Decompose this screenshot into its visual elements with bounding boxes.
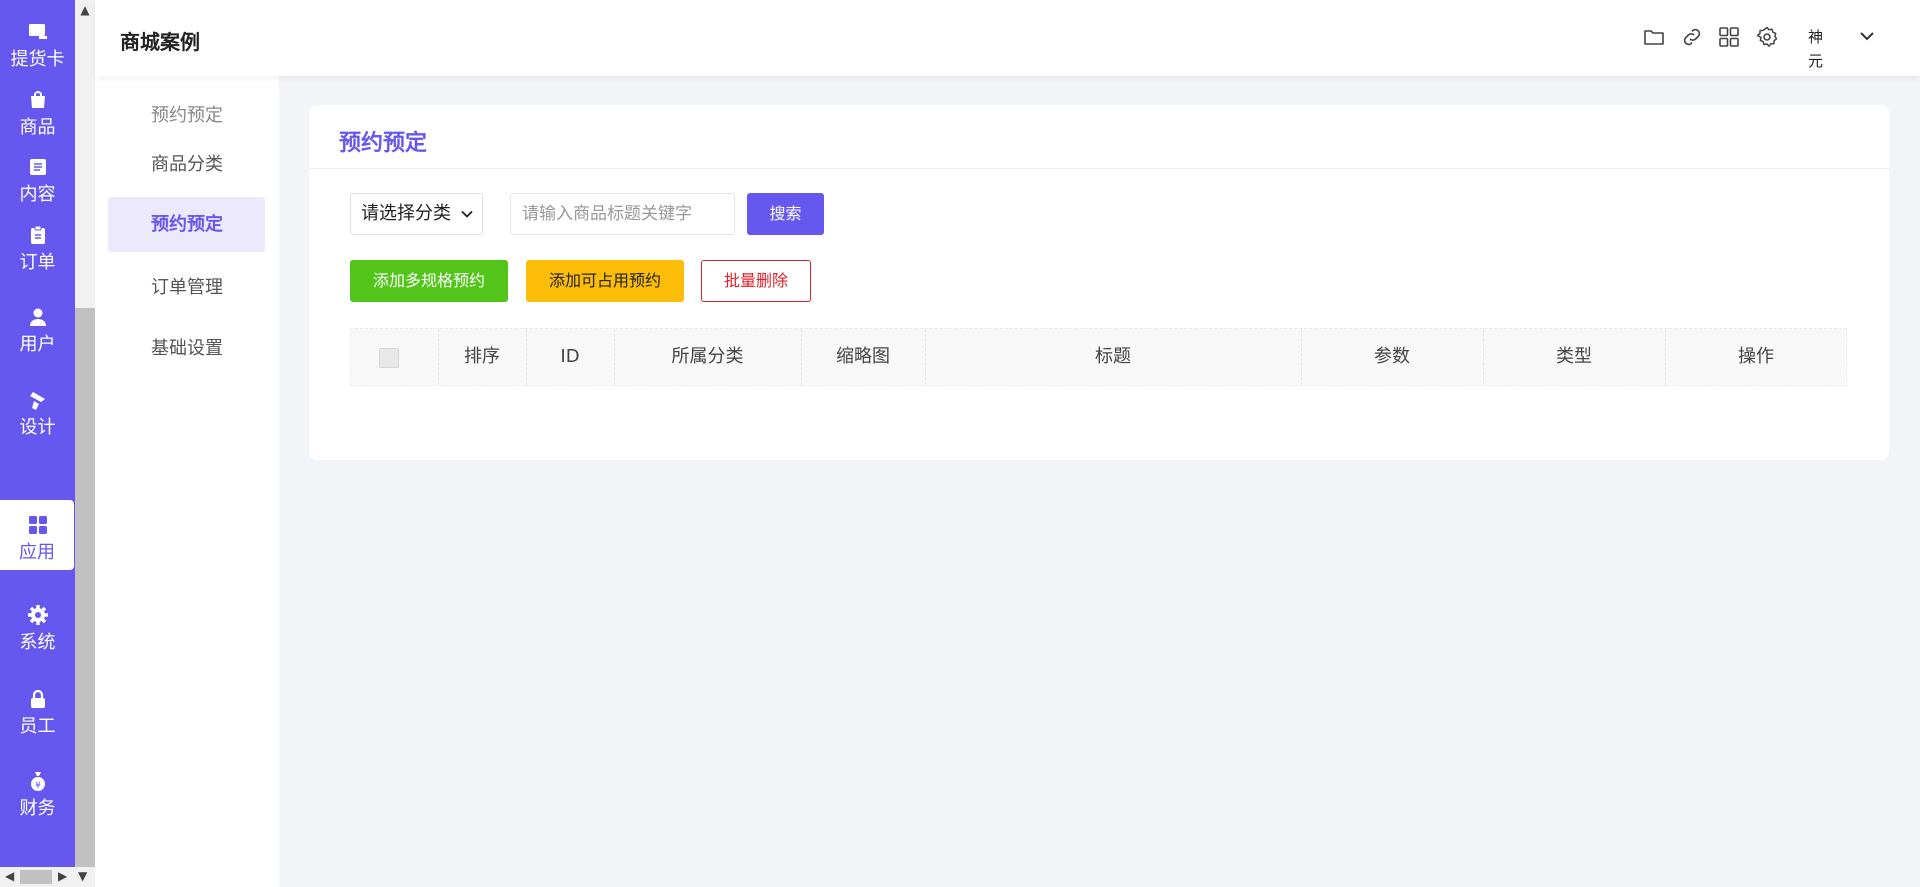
- brush-icon: [30, 392, 45, 410]
- column-header-type: 类型: [1556, 346, 1592, 367]
- sub-nav-item-reservation[interactable]: 预约预定: [108, 197, 265, 252]
- nav-item-label: 设计: [19, 417, 56, 438]
- svg-text:¥: ¥: [35, 781, 41, 791]
- nav-item-products[interactable]: 商品: [0, 75, 75, 145]
- scroll-down-icon[interactable]: ▼: [78, 869, 87, 883]
- batch-delete-button[interactable]: 批量删除: [701, 260, 811, 302]
- keyword-search-input[interactable]: [510, 193, 735, 235]
- document-icon: [30, 159, 46, 175]
- nav-item-label: 系统: [19, 632, 56, 653]
- lock-icon: [31, 689, 45, 708]
- main-card: 预约预定 请选择分类 搜索 添加多规格预约 添加可占用预约 批量删除 排序 ID…: [309, 105, 1889, 460]
- user-icon: [30, 308, 46, 326]
- column-header-sort: 排序: [464, 346, 500, 367]
- chevron-down-icon[interactable]: [1858, 27, 1876, 45]
- folder-icon[interactable]: [1642, 25, 1666, 49]
- card-icon: [29, 24, 47, 39]
- column-header-thumbnail: 缩略图: [836, 346, 890, 367]
- apps-grid-icon: [29, 516, 47, 534]
- scroll-up-icon[interactable]: ▲: [75, 0, 95, 20]
- nav-item-apps[interactable]: 应用: [0, 500, 74, 570]
- select-all-checkbox[interactable]: [379, 348, 399, 368]
- add-multi-spec-reservation-button[interactable]: 添加多规格预约: [350, 260, 508, 302]
- nav-rail-scrollbar[interactable]: ▲: [75, 0, 95, 887]
- sub-nav: 预约预定 商品分类 预约预定 订单管理 基础设置: [95, 76, 279, 887]
- app-title: 商城案例: [120, 30, 200, 54]
- category-select-value: 请选择分类: [361, 203, 451, 224]
- nav-item-label: 应用: [19, 542, 55, 563]
- scroll-right-icon[interactable]: ▶: [58, 869, 67, 883]
- column-header-actions: 操作: [1738, 346, 1774, 367]
- top-header: 商城案例 神元: [95, 0, 1920, 76]
- column-header-params: 参数: [1374, 346, 1410, 367]
- scroll-left-icon[interactable]: ◀: [5, 869, 14, 883]
- nav-item-label: 提货卡: [10, 49, 65, 70]
- sub-nav-item-category[interactable]: 商品分类: [108, 137, 265, 192]
- table-header: 排序 ID 所属分类 缩略图 标题 参数 类型 操作: [350, 328, 1847, 386]
- card-header: 预约预定: [309, 105, 1889, 169]
- sub-nav-item-basic-settings[interactable]: 基础设置: [108, 321, 265, 376]
- nav-item-label: 用户: [19, 334, 56, 355]
- nav-item-label: 内容: [19, 184, 56, 205]
- gear-icon: [28, 605, 48, 625]
- clipboard-icon: [31, 225, 45, 244]
- avatar[interactable]: 神元: [1808, 25, 1836, 70]
- shopping-bag-icon: [31, 91, 45, 108]
- column-header-category: 所属分类: [671, 346, 744, 367]
- page-title: 预约预定: [339, 131, 428, 156]
- apps-icon[interactable]: [1717, 25, 1741, 49]
- column-header-id: ID: [560, 346, 580, 367]
- nav-item-design[interactable]: 设计: [0, 375, 75, 445]
- link-icon[interactable]: [1680, 25, 1704, 49]
- nav-item-label: 财务: [19, 798, 56, 819]
- settings-icon[interactable]: [1755, 25, 1779, 49]
- nav-item-content[interactable]: 内容: [0, 142, 75, 212]
- sub-nav-item-orders[interactable]: 订单管理: [108, 260, 265, 315]
- nav-item-label: 员工: [19, 716, 56, 737]
- sub-nav-heading: 预约预定: [151, 105, 223, 126]
- search-button[interactable]: 搜索: [747, 193, 824, 235]
- column-header-title: 标题: [1095, 346, 1131, 367]
- nav-item-users[interactable]: 用户: [0, 292, 75, 362]
- category-select[interactable]: 请选择分类: [350, 193, 483, 235]
- nav-item-label: 订单: [19, 252, 56, 273]
- horizontal-scrollbar[interactable]: ◀ ▶ ▼: [0, 867, 95, 887]
- chevron-down-icon: [461, 210, 473, 218]
- nav-item-pickup-card[interactable]: 提货卡: [0, 7, 75, 77]
- nav-item-system[interactable]: 系统: [0, 590, 75, 660]
- nav-item-orders[interactable]: 订单: [0, 210, 75, 280]
- nav-item-label: 商品: [19, 117, 56, 138]
- main-nav-rail: 提货卡 商品 内容 订单 用户 设计 应用 系统 员工 ¥ 财务: [0, 0, 75, 887]
- money-bag-icon: ¥: [31, 772, 45, 791]
- scrollbar-thumb[interactable]: [75, 308, 95, 868]
- nav-item-staff[interactable]: 员工: [0, 674, 75, 744]
- nav-item-finance[interactable]: ¥ 财务: [0, 756, 75, 826]
- add-occupiable-reservation-button[interactable]: 添加可占用预约: [526, 260, 684, 302]
- horizontal-scrollbar-thumb[interactable]: [20, 870, 52, 884]
